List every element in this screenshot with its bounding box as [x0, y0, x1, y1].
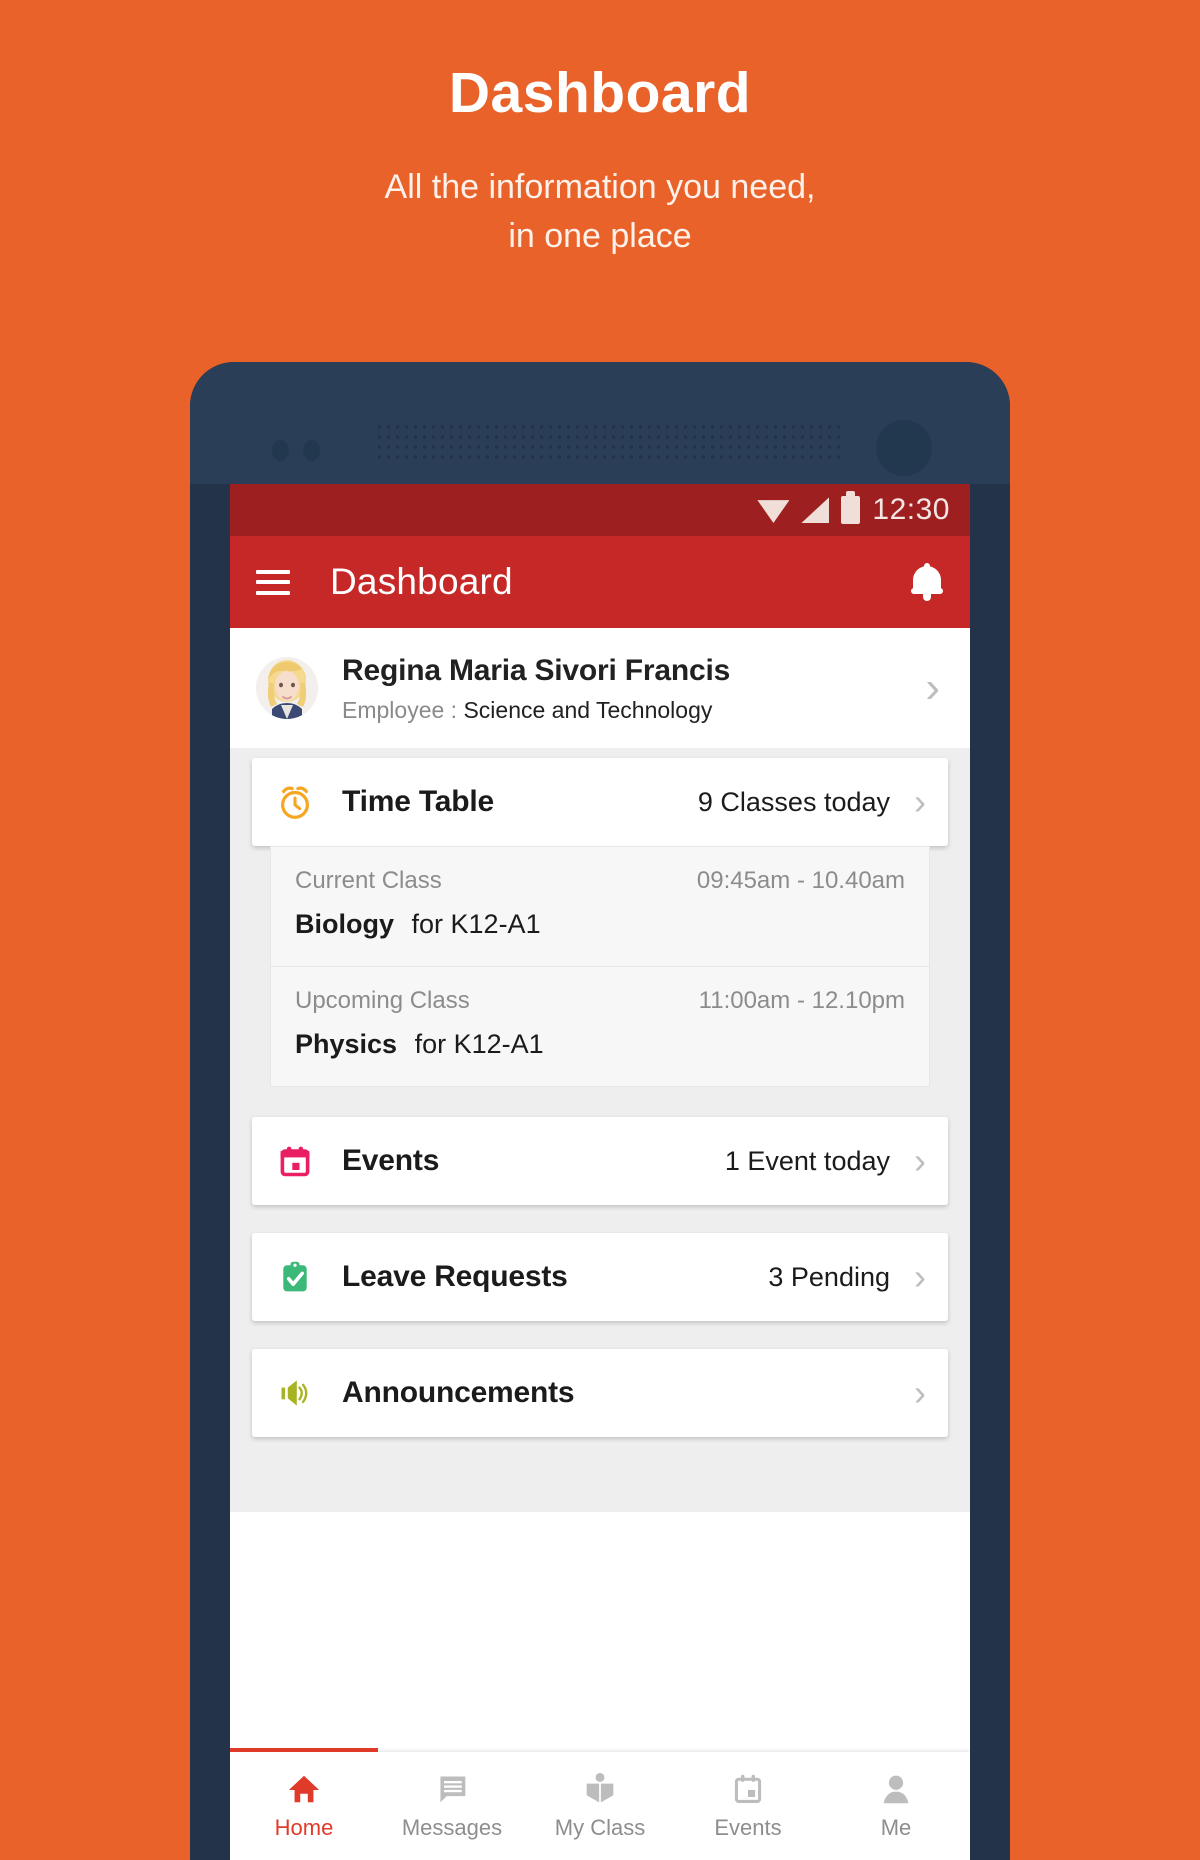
card-events[interactable]: Events 1 Event today ›: [252, 1117, 948, 1205]
status-bar-time: 12:30: [872, 493, 950, 526]
open-book-icon: [584, 1771, 616, 1807]
card-time-table[interactable]: Time Table 9 Classes today ›: [252, 758, 948, 846]
card-leave-requests[interactable]: Leave Requests 3 Pending ›: [252, 1233, 948, 1321]
card-title: Events: [342, 1144, 440, 1177]
phone-top-bezel: [190, 362, 1010, 484]
home-icon: [287, 1771, 321, 1807]
nav-label: Events: [714, 1815, 782, 1840]
wifi-icon: [757, 497, 789, 523]
cellular-signal-icon: [801, 497, 830, 523]
status-bar: 12:30: [230, 484, 970, 536]
clipboard-check-icon: [274, 1256, 316, 1298]
card-meta: 9 Classes today: [697, 786, 890, 817]
message-icon: [436, 1771, 468, 1807]
card-title: Announcements: [342, 1376, 575, 1409]
battery-icon: [841, 491, 861, 524]
nav-label: Messages: [401, 1815, 503, 1840]
card-title: Leave Requests: [342, 1260, 568, 1293]
nav-item-events[interactable]: Events: [674, 1752, 822, 1860]
dashboard-content: Time Table 9 Classes today › Current Cla…: [230, 748, 970, 1512]
card-chevron-icon[interactable]: ›: [914, 1259, 926, 1295]
class-subject: Physics: [295, 1029, 398, 1059]
card-announcements[interactable]: Announcements ›: [252, 1349, 948, 1437]
person-icon: [880, 1771, 912, 1807]
nav-item-home[interactable]: Home: [230, 1752, 378, 1860]
hamburger-menu-icon[interactable]: [256, 569, 290, 595]
card-title: Time Table: [342, 785, 494, 818]
promo-subtitle-line1: All the information you need,: [384, 167, 816, 206]
profile-role-value: Science and Technology: [463, 696, 713, 723]
promo-title: Dashboard: [448, 61, 752, 125]
promo-header: Dashboard All the information you need, …: [0, 0, 1200, 261]
class-time: 11:00am - 12.10pm: [698, 987, 905, 1014]
card-chevron-icon[interactable]: ›: [914, 784, 926, 820]
active-tab-indicator: [230, 1748, 378, 1752]
nav-label: Home: [274, 1815, 334, 1840]
card-chevron-icon[interactable]: ›: [914, 1143, 926, 1179]
profile-role-label: Employee :: [342, 696, 458, 723]
phone-screen: 12:30 Dashboard Regina Maria Sivori Fran…: [230, 484, 970, 1860]
time-table-upcoming-class[interactable]: Upcoming Class 11:00am - 12.10pm Physics…: [270, 967, 930, 1087]
front-camera-icon: [876, 420, 932, 476]
promo-subtitle: All the information you need, in one pla…: [0, 163, 1200, 262]
class-time: 09:45am - 10.40am: [696, 867, 905, 894]
calendar-icon: [274, 1140, 316, 1182]
class-section: for K12-A1: [414, 1029, 544, 1059]
megaphone-icon: [274, 1372, 316, 1414]
earpiece-speaker-grille: [375, 422, 845, 464]
calendar-icon: [732, 1771, 764, 1807]
class-section: for K12-A1: [411, 909, 541, 939]
alarm-clock-icon: [274, 781, 316, 823]
nav-item-me[interactable]: Me: [822, 1752, 970, 1860]
nav-label: My Class: [554, 1815, 646, 1840]
profile-row[interactable]: Regina Maria Sivori Francis Employee : S…: [230, 628, 970, 748]
nav-item-messages[interactable]: Messages: [378, 1752, 526, 1860]
class-subject: Biology: [295, 909, 394, 939]
profile-role: Employee : Science and Technology: [342, 697, 925, 724]
promo-subtitle-line2: in one place: [508, 216, 692, 255]
profile-chevron-icon[interactable]: ›: [925, 666, 940, 710]
card-chevron-icon[interactable]: ›: [914, 1375, 926, 1411]
phone-device-frame: 12:30 Dashboard Regina Maria Sivori Fran…: [190, 362, 1010, 1860]
card-meta: 3 Pending: [768, 1261, 890, 1292]
profile-name: Regina Maria Sivori Francis: [342, 654, 731, 688]
bell-icon[interactable]: [910, 563, 944, 601]
card-meta: 1 Event today: [724, 1145, 890, 1176]
page-title: Dashboard: [330, 561, 513, 602]
bottom-navigation-bar: Home Messages My Class Events Me: [230, 1748, 970, 1860]
time-table-current-class[interactable]: Current Class 09:45am - 10.40am Biology …: [270, 846, 930, 967]
nav-label: Me: [880, 1815, 912, 1840]
class-label: Upcoming Class: [295, 987, 470, 1014]
class-label: Current Class: [295, 867, 442, 894]
app-bar: Dashboard: [230, 536, 970, 628]
sensor-dots: [272, 440, 320, 461]
nav-item-my-class[interactable]: My Class: [526, 1752, 674, 1860]
avatar: [256, 657, 318, 719]
